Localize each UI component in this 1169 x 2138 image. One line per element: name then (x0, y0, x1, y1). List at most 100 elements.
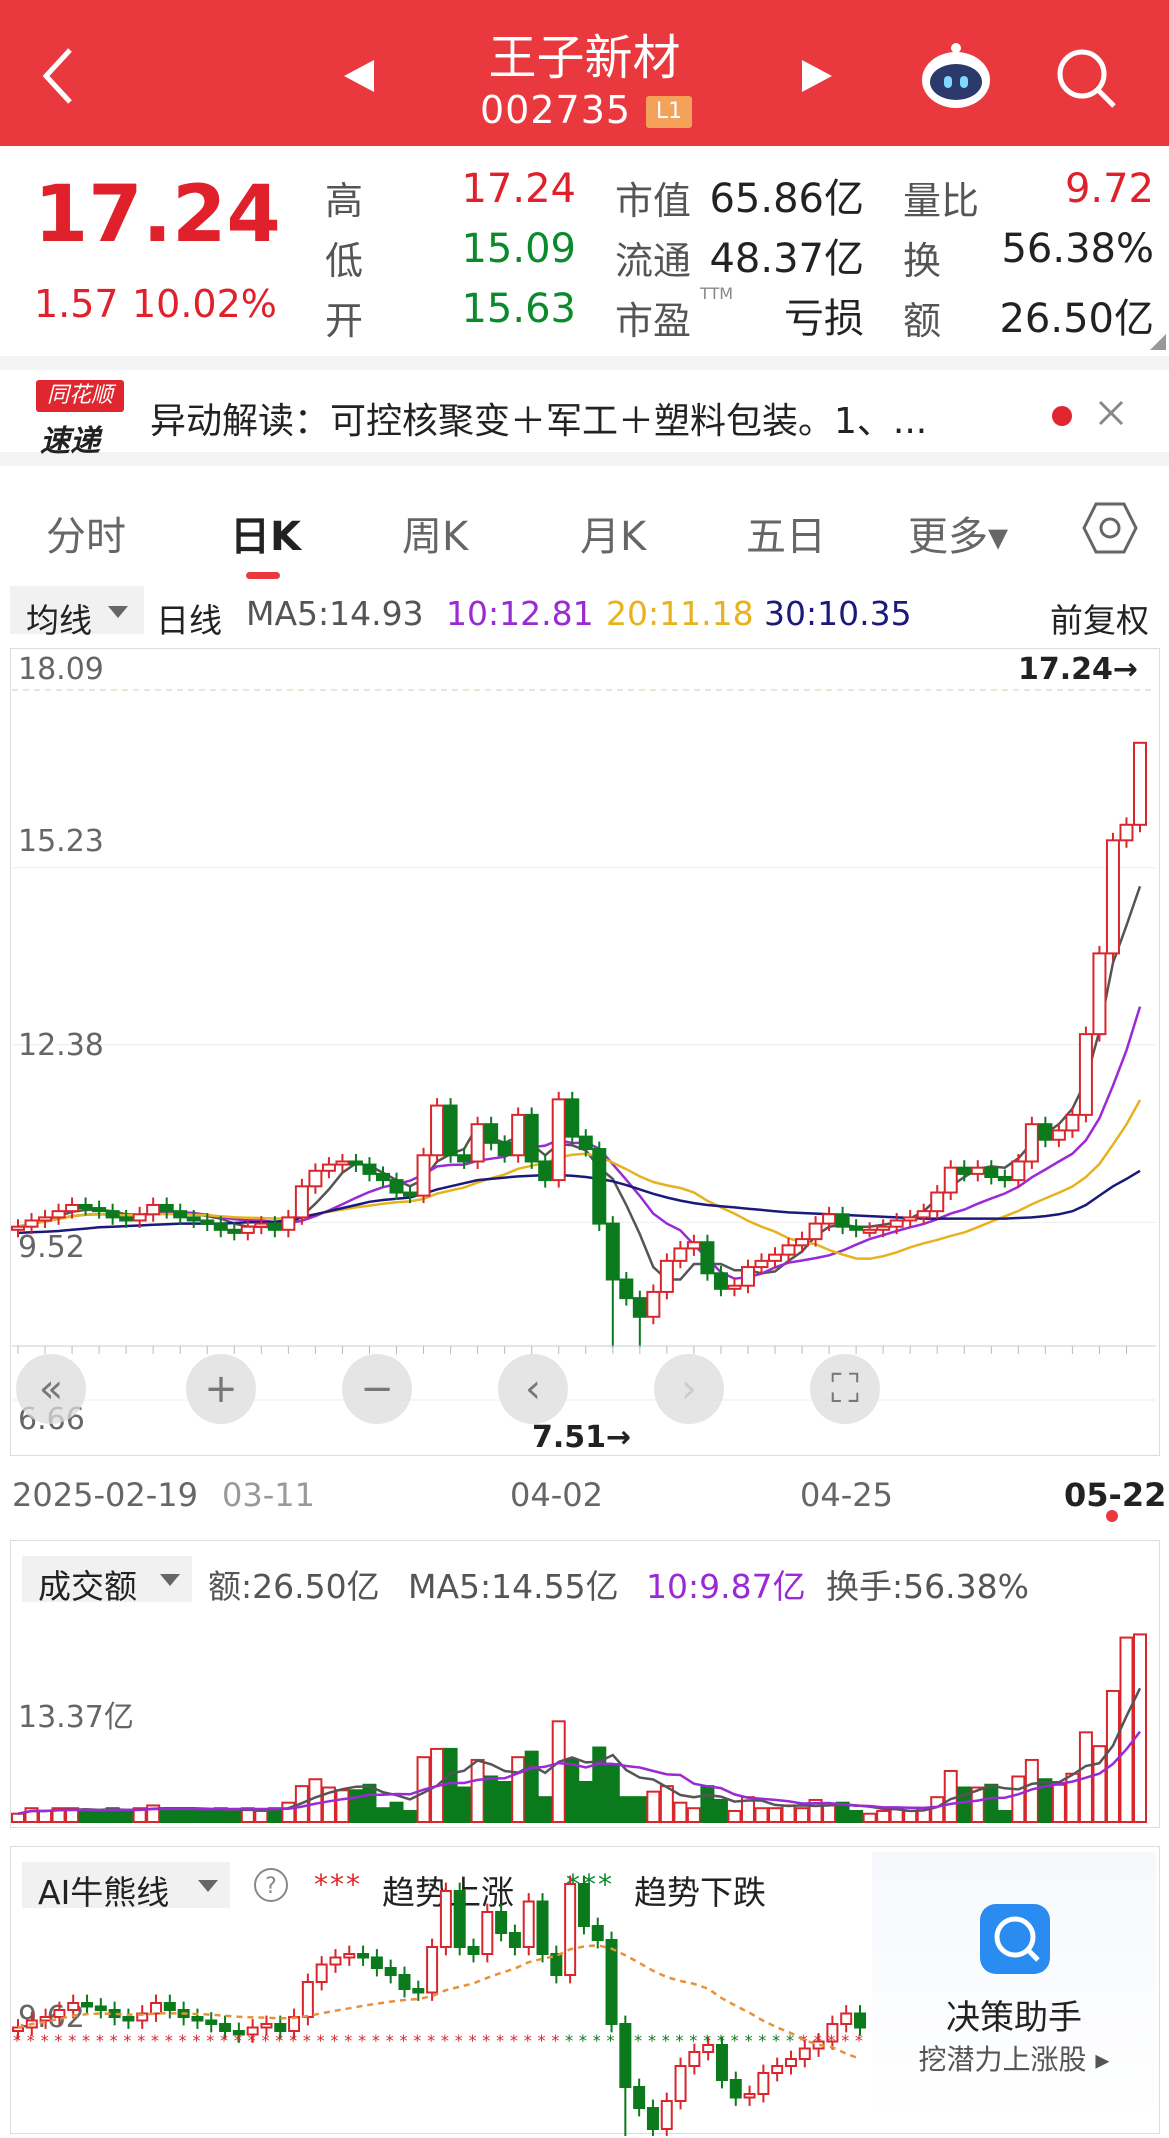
turnover-bar (551, 1720, 566, 1823)
ai-candle-body (481, 1911, 494, 1955)
ai-trend-marker: * (413, 2031, 421, 2050)
turnover-bar (619, 1796, 634, 1823)
ai-candle-body (205, 2019, 218, 2025)
amount-label: 额 (903, 299, 942, 343)
y-tick-4: 9.52 (18, 1230, 85, 1265)
candle-body (916, 1210, 931, 1219)
turnover-bar (727, 1809, 742, 1823)
zoom-out-left-button[interactable]: « (16, 1354, 86, 1424)
turnover-bar (1105, 1689, 1120, 1823)
candle-body (700, 1241, 715, 1275)
turnover-bar (876, 1809, 891, 1823)
candle-body (659, 1259, 674, 1293)
ai-trend-marker: * (565, 2031, 573, 2050)
tab-more[interactable]: 更多▾ (908, 504, 1008, 562)
kline-grid (12, 689, 1156, 1401)
ai-candle-body (315, 1963, 328, 1983)
ai-candle-body (715, 2044, 728, 2081)
candle-body (592, 1148, 607, 1225)
robot-assistant-icon[interactable] (918, 40, 994, 112)
zoom-in-button[interactable]: + (186, 1354, 256, 1424)
turnover-bar (186, 1809, 201, 1823)
ai-candle-body (729, 2079, 742, 2099)
ai-trend-marker: * (303, 2031, 311, 2050)
tab-intraday[interactable]: 分时 (46, 504, 126, 562)
active-tab-indicator (246, 572, 280, 579)
candle-body (335, 1160, 350, 1166)
candle-body (727, 1284, 742, 1290)
turnover-bar (375, 1807, 390, 1823)
settings-icon[interactable] (1082, 500, 1138, 556)
ai-candle-body (150, 2002, 163, 2015)
y-tick-3: 12.38 (18, 1028, 104, 1063)
ai-trend-marker: * (703, 2031, 711, 2050)
search-icon[interactable] (1054, 46, 1118, 110)
turnover-bar (362, 1783, 377, 1823)
adjust-mode[interactable]: 前复权 (1050, 594, 1149, 642)
fullscreen-button[interactable]: ⛶ (810, 1354, 880, 1424)
tab-five-day[interactable]: 五日 (746, 504, 826, 562)
turnover-bar (497, 1781, 512, 1823)
pe-value: 亏损 (784, 296, 864, 342)
ai-trend-marker: * (179, 2031, 187, 2050)
ai-trend-marker: * (330, 2031, 338, 2050)
x-tick-1: 2025-02-19 (12, 1476, 198, 1514)
close-icon[interactable] (1096, 398, 1126, 428)
candle-body (132, 1213, 147, 1222)
turnover-bar (159, 1807, 174, 1823)
ai-candle-body (688, 2051, 701, 2067)
y-tick-2: 15.23 (18, 824, 104, 859)
ai-trend-marker: * (234, 2031, 242, 2050)
expand-corner-icon[interactable] (1150, 334, 1166, 350)
ai-candle-body (564, 1883, 577, 1976)
assistant-subtitle[interactable]: 挖潜力上涨股 ▸ (872, 2038, 1156, 2078)
high-label: 高 (325, 179, 364, 223)
candle-body (943, 1166, 958, 1194)
unread-dot (1052, 406, 1072, 426)
zoom-out-button[interactable]: − (342, 1354, 412, 1424)
ai-candle-body (784, 2058, 797, 2067)
candle-body (740, 1266, 755, 1287)
news-bar[interactable]: 同花顺 速递 异动解读：可控核聚变＋军工＋塑料包装。1、... (0, 356, 1169, 466)
stock-code: 002735 (480, 88, 632, 132)
candle-body (551, 1098, 566, 1182)
turnover-bar (700, 1785, 715, 1823)
ai-trend-marker: * (372, 2031, 380, 2050)
candle-body (862, 1228, 877, 1234)
kline-chart (11, 689, 1156, 1401)
turnover-bar (92, 1809, 107, 1823)
turnover-bar (781, 1804, 796, 1823)
turnover-bar (1133, 1633, 1147, 1824)
candle-body (1119, 823, 1134, 842)
decision-assistant-card[interactable] (872, 1852, 1156, 2126)
ai-candle-body (674, 2065, 687, 2102)
ai-candles: * * * * * * * * * * * * * * * * * * * * * * * * * * * * * * * * * * * * * * * *… (12, 1875, 866, 2136)
price-change-pct: 10.02% (132, 282, 277, 326)
candle-body (808, 1222, 823, 1241)
x-tick-4: 04-25 (800, 1476, 893, 1514)
scroll-right-button[interactable]: › (654, 1354, 724, 1424)
turnover-bar (389, 1801, 404, 1823)
tab-weekly-k[interactable]: 周K (402, 504, 468, 562)
news-text[interactable]: 异动解读：可控核聚变＋军工＋塑料包装。1、... (150, 392, 927, 444)
ai-candle-body (757, 2072, 770, 2095)
turnover-bar (903, 1809, 918, 1823)
candle-body (781, 1244, 796, 1256)
candle-body (511, 1113, 526, 1157)
tab-monthly-k[interactable]: 月K (580, 504, 646, 562)
ai-trend-marker: * (551, 2031, 559, 2050)
candle-body (321, 1163, 336, 1172)
ai-candle-body (343, 1953, 356, 1959)
scroll-left-button[interactable]: ‹ (498, 1354, 568, 1424)
express-logo: 速递 (40, 424, 100, 459)
next-stock-icon[interactable] (798, 56, 836, 96)
high-value: 17.24 (461, 166, 576, 212)
price-change: 1.57 (34, 282, 119, 326)
high-marker: 17.24→ (1018, 652, 1139, 687)
ai-candle-body (426, 1946, 439, 1994)
ai-trend-marker: * (855, 2031, 863, 2050)
candle-body (254, 1222, 269, 1228)
current-price: 17.24 (34, 170, 281, 260)
ai-trend-marker: * (634, 2031, 642, 2050)
tab-daily-k[interactable]: 日K (230, 504, 301, 562)
